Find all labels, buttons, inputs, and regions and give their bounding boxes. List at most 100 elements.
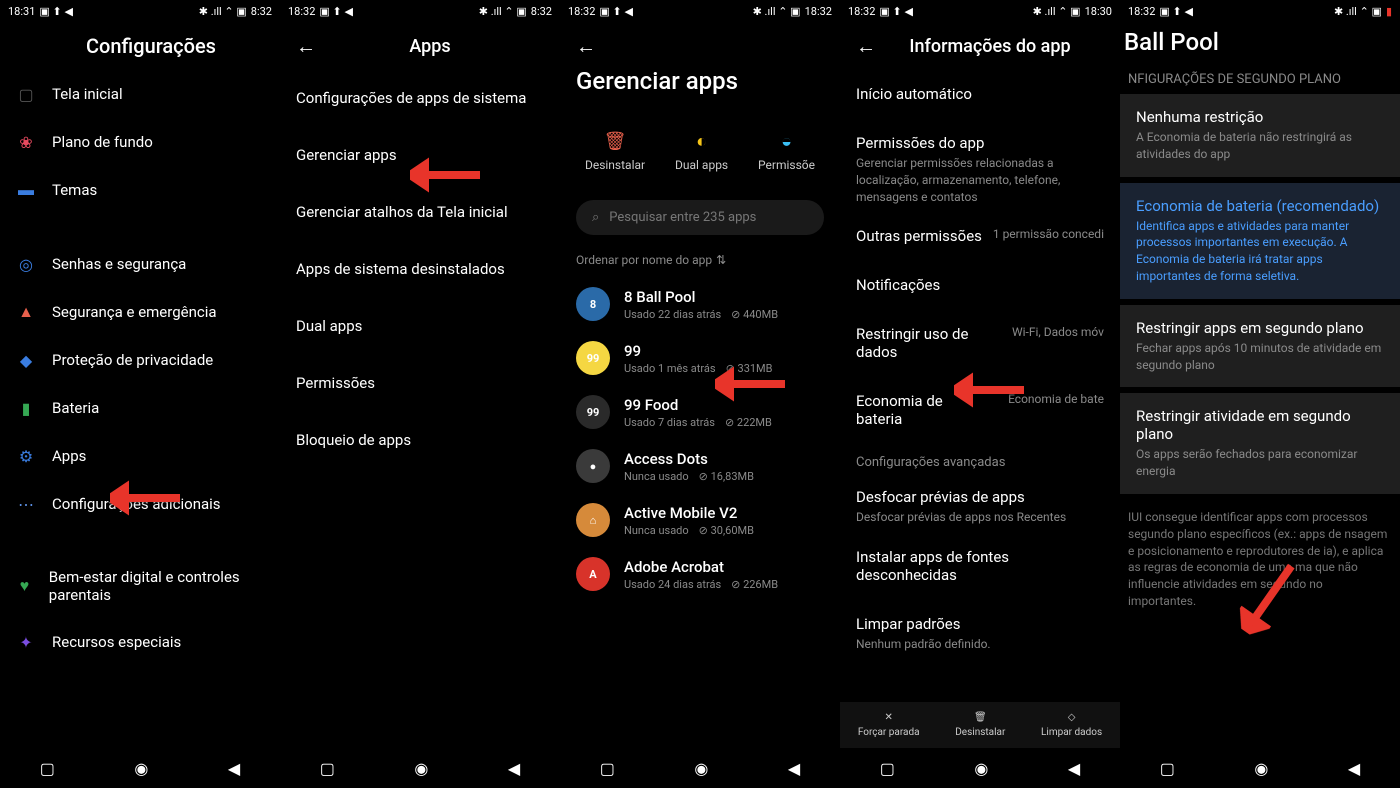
- back-icon[interactable]: ◀: [508, 759, 520, 778]
- app-size: ⊘ 16,83MB: [699, 470, 754, 483]
- recents-icon[interactable]: ▢: [40, 759, 55, 778]
- settings-item[interactable]: ▢ Tela inicial: [0, 70, 280, 118]
- settings-item[interactable]: ◆ Proteção de privacidade: [0, 336, 280, 384]
- option-battery-saver-recommended[interactable]: Economia de bateria (recomendado) Identi…: [1120, 183, 1400, 299]
- recents-icon[interactable]: ▢: [880, 759, 895, 778]
- app-usage: Usado 22 dias atrás: [624, 308, 721, 321]
- status-icons-right: ✱ .ıll ⌃ ▣: [479, 5, 527, 18]
- autostart-row[interactable]: Início automático: [840, 71, 1120, 120]
- clock2: 8:32: [251, 5, 272, 18]
- back-icon[interactable]: ◀: [1068, 759, 1080, 778]
- menu-item[interactable]: Dual apps: [280, 299, 560, 356]
- option-no-restriction[interactable]: Nenhuma restrição A Economia de bateria …: [1120, 94, 1400, 177]
- menu-item[interactable]: Permissões: [280, 356, 560, 413]
- item-label: Recursos especiais: [52, 633, 181, 651]
- menu-item[interactable]: Bloqueio de apps: [280, 413, 560, 470]
- menu-item[interactable]: Apps de sistema desinstalados: [280, 242, 560, 299]
- trash-icon: 🗑: [974, 712, 987, 723]
- clear-defaults-row[interactable]: Limpar padrões Nenhum padrão definido.: [840, 601, 1120, 661]
- app-name: 8 Ball Pool: [624, 288, 824, 306]
- search-placeholder: Pesquisar entre 235 apps: [609, 210, 756, 225]
- permissions-row[interactable]: Permissões do app Gerenciar permissões r…: [840, 120, 1120, 213]
- clock2: 18:30: [1085, 5, 1112, 18]
- dual-apps-button[interactable]: ◐Dual apps: [675, 131, 728, 172]
- option-restrict-background-activity[interactable]: Restringir atividade em segundo plano Os…: [1120, 393, 1400, 494]
- nav-bar: ▢ ◉ ◀: [840, 748, 1120, 788]
- item-icon: ✦: [16, 632, 36, 652]
- permissions-button[interactable]: ◒Permissõe: [758, 131, 815, 172]
- clock: 18:32: [848, 5, 875, 18]
- nav-bar: ▢ ◉ ◀: [0, 748, 280, 788]
- back-button[interactable]: ←: [296, 34, 316, 59]
- back-button[interactable]: ←: [576, 34, 596, 59]
- home-icon[interactable]: ◉: [694, 759, 708, 778]
- home-icon[interactable]: ◉: [414, 759, 428, 778]
- app-row[interactable]: ⌂ Active Mobile V2 Nunca usado⊘ 30,60MB: [560, 493, 840, 547]
- app-list: 8 8 Ball Pool Usado 22 dias atrás⊘ 440MB…: [560, 277, 840, 601]
- recents-icon[interactable]: ▢: [1160, 759, 1175, 778]
- back-icon[interactable]: ◀: [228, 759, 240, 778]
- app-row[interactable]: 8 8 Ball Pool Usado 22 dias atrás⊘ 440MB: [560, 277, 840, 331]
- app-row[interactable]: 99 99 Food Usado 7 dias atrás⊘ 222MB: [560, 385, 840, 439]
- app-usage: Usado 7 dias atrás: [624, 416, 715, 429]
- app-usage: Usado 24 dias atrás: [624, 578, 721, 591]
- status-icons-right: ✱ .ıll ⌃ ▣: [753, 5, 801, 18]
- sublabel: Fechar apps após 10 minutos de atividade…: [1136, 340, 1384, 374]
- page-title: Gerenciar apps: [560, 59, 840, 111]
- home-icon[interactable]: ◉: [974, 759, 988, 778]
- label: Permissõe: [758, 158, 815, 172]
- settings-item[interactable]: ♥ Bem-estar digital e controles parentai…: [0, 554, 280, 618]
- recents-icon[interactable]: ▢: [320, 759, 335, 778]
- nav-bar: ▢ ◉ ◀: [280, 748, 560, 788]
- force-stop-button[interactable]: ✕Forçar parada: [858, 712, 920, 738]
- sort-button[interactable]: Ordenar por nome do app ⇅: [560, 243, 840, 277]
- label: Desinstalar: [955, 727, 1005, 738]
- uninstall-button[interactable]: 🗑 Desinstalar: [585, 131, 645, 172]
- uninstall-button[interactable]: 🗑 Desinstalar: [955, 712, 1005, 738]
- status-icons-left: ▣ ⬆ ◀: [599, 5, 633, 18]
- label: Desinstalar: [585, 158, 645, 172]
- settings-item[interactable]: ▲ Segurança e emergência: [0, 288, 280, 336]
- status-icons-right: ✱ .ıll ⌃ ▣: [1334, 5, 1382, 18]
- label: Restringir apps em segundo plano: [1136, 319, 1384, 337]
- item-icon: ⚙: [16, 446, 36, 466]
- search-input[interactable]: ⌕ Pesquisar entre 235 apps: [576, 200, 824, 235]
- app-row[interactable]: ● Access Dots Nunca usado⊘ 16,83MB: [560, 439, 840, 493]
- label: Outras permissões: [856, 227, 982, 245]
- settings-item[interactable]: ▮ Bateria: [0, 384, 280, 432]
- label: Permissões do app: [856, 134, 1104, 152]
- clear-data-button[interactable]: ◇Limpar dados: [1041, 712, 1102, 738]
- back-button[interactable]: ←: [856, 34, 876, 59]
- trash-icon: 🗑: [604, 131, 627, 152]
- home-icon[interactable]: ◉: [1254, 759, 1268, 778]
- home-icon[interactable]: ◉: [134, 759, 148, 778]
- blur-previews-row[interactable]: Desfocar prévias de apps Desfocar prévia…: [840, 474, 1120, 534]
- header: Ball Pool: [1120, 22, 1400, 62]
- option-restrict-background-apps[interactable]: Restringir apps em segundo plano Fechar …: [1120, 305, 1400, 388]
- back-icon[interactable]: ◀: [1348, 759, 1360, 778]
- settings-item[interactable]: ▬ Temas: [0, 166, 280, 214]
- settings-item[interactable]: ✦ Recursos especiais: [0, 618, 280, 666]
- data-usage-row[interactable]: Restringir uso de dados Wi-Fi, Dados móv: [840, 311, 1120, 378]
- settings-item[interactable]: ⚙ Apps: [0, 432, 280, 480]
- unknown-sources-row[interactable]: Instalar apps de fontes desconhecidas: [840, 534, 1120, 601]
- app-row[interactable]: 99 99 Usado 1 mês atrás⊘ 331MB: [560, 331, 840, 385]
- settings-item[interactable]: ◎ Senhas e segurança: [0, 240, 280, 288]
- settings-item[interactable]: ❀ Plano de fundo: [0, 118, 280, 166]
- notifications-row[interactable]: Notificações: [840, 262, 1120, 311]
- header: ←: [560, 22, 840, 59]
- sort-icon: ⇅: [716, 253, 726, 267]
- back-icon[interactable]: ◀: [788, 759, 800, 778]
- recents-icon[interactable]: ▢: [600, 759, 615, 778]
- bottom-actions: ✕Forçar parada 🗑 Desinstalar ◇Limpar dado…: [840, 702, 1120, 748]
- item-label: Temas: [52, 181, 97, 199]
- status-bar: 18:32▣ ⬆ ◀ ✱ .ıll ⌃ ▣18:32: [560, 0, 840, 22]
- menu-item[interactable]: Configurações de apps de sistema: [280, 71, 560, 128]
- header: Configurações: [0, 22, 280, 70]
- app-name: Adobe Acrobat: [624, 558, 824, 576]
- label: Limpar padrões: [856, 615, 1104, 633]
- app-size: ⊘ 226MB: [731, 578, 778, 591]
- search-icon: ⌕: [592, 210, 599, 225]
- other-permissions-row[interactable]: Outras permissões 1 permissão concedi: [840, 213, 1120, 262]
- app-row[interactable]: A Adobe Acrobat Usado 24 dias atrás⊘ 226…: [560, 547, 840, 601]
